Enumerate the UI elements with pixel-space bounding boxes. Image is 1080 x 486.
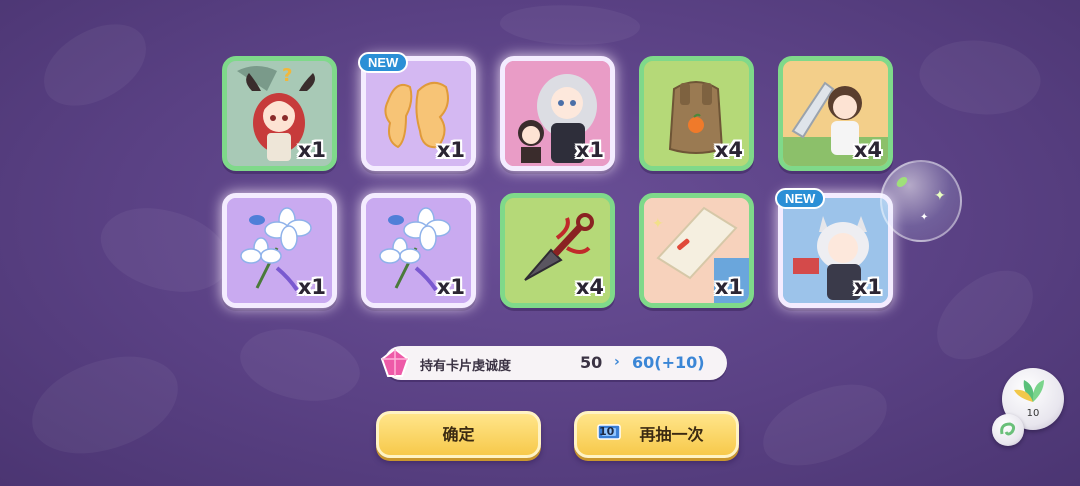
card-white-flower-2[interactable]: x1 (361, 193, 476, 308)
quantity-label: x1 (297, 275, 326, 299)
quantity-label: x1 (714, 275, 743, 299)
confirm-button-label: 确定 (442, 425, 475, 444)
devotion-label: 持有卡片虔诚度 (420, 359, 512, 374)
swirl-button[interactable] (992, 414, 1024, 446)
devotion-stats-bar: 持有卡片虔诚度 50 › 60(+10) (380, 346, 727, 380)
chevron-right-icon: › (614, 354, 620, 370)
background-leaf (23, 347, 187, 463)
background-leaf (89, 186, 241, 314)
card-bread-piece[interactable]: x1 (361, 56, 476, 171)
new-badge: NEW (358, 52, 409, 73)
card-grid: ? x1 x1 x1 x4 x4 x1 x1 x4 ✦ x1 x1 NEW NE… (222, 52, 894, 308)
quantity-label: x1 (297, 138, 326, 162)
svg-text:✦: ✦ (652, 216, 664, 232)
quantity-label: x4 (575, 275, 604, 299)
ticket-count: 10 (599, 425, 615, 438)
devotion-old-value: 50 (580, 353, 603, 372)
background-leaf (31, 13, 159, 117)
swirl-icon (1000, 422, 1016, 436)
draw-again-button-label: 再抽一次 (639, 425, 704, 444)
card-wolf-girl[interactable]: x1 (778, 193, 893, 308)
devotion-new-value: 60(+10) (632, 353, 705, 372)
new-badge: NEW (775, 188, 826, 209)
background-leaf (912, 25, 1048, 130)
quantity-label: x4 (853, 138, 882, 162)
quantity-label: x1 (436, 275, 465, 299)
background-leaf (753, 374, 897, 476)
quantity-label: x1 (436, 138, 465, 162)
background-leaf (231, 311, 369, 419)
card-sword-girl[interactable]: x4 (778, 56, 893, 171)
card-white-flower-1[interactable]: x1 (222, 193, 337, 308)
card-demon-girl[interactable]: ? x1 (222, 56, 337, 171)
quantity-label: x4 (714, 138, 743, 162)
draw-again-button[interactable]: 10 再抽一次 (574, 411, 739, 458)
sparkle-icon: ✦ (920, 212, 929, 223)
leaf-icon (894, 175, 910, 189)
background-leaf (498, 0, 642, 52)
card-silver-hair-girl[interactable]: x1 (500, 56, 615, 171)
pink-gem-icon (380, 347, 410, 377)
quantity-label: x1 (853, 275, 882, 299)
confirm-button[interactable]: 确定 (376, 411, 541, 458)
card-backpack[interactable]: x4 (639, 56, 754, 171)
sparkle-icon: ✦ (934, 188, 946, 204)
card-kunai[interactable]: x4 (500, 193, 615, 308)
svg-text:?: ? (282, 65, 292, 86)
background-leaf (919, 257, 1051, 373)
quantity-label: x1 (575, 138, 604, 162)
card-paper-scroll[interactable]: ✦ x1 (639, 193, 754, 308)
floating-bubble: ✦ ✦ (880, 160, 962, 242)
